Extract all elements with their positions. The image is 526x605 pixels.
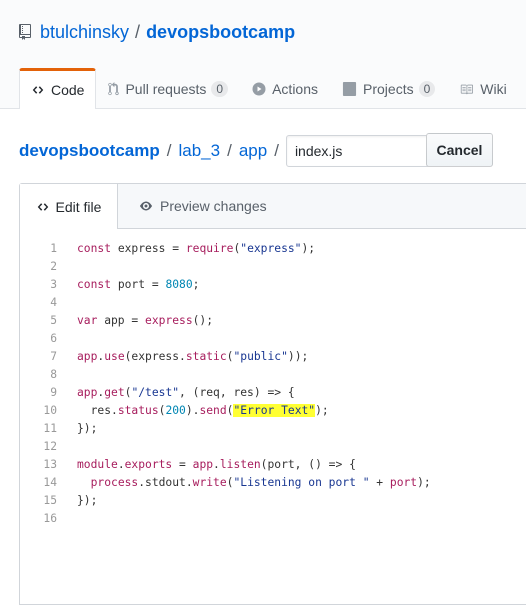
projects-count: 0: [418, 81, 436, 97]
tab-code[interactable]: Code: [19, 68, 97, 109]
tab-edit-file[interactable]: Edit file: [20, 184, 118, 229]
code-line-text: var app = express();: [77, 314, 214, 327]
code-line-text: });: [77, 422, 98, 435]
line-number: 12: [43, 440, 57, 453]
tab-actions-label: Actions: [272, 81, 319, 97]
code-line[interactable]: 8: [20, 366, 526, 384]
play-icon: [252, 82, 266, 96]
tab-preview-changes[interactable]: Preview changes: [138, 184, 267, 228]
code-line[interactable]: 13 module.exports = app.listen(port, () =…: [20, 456, 526, 474]
code-line[interactable]: 15});: [20, 492, 526, 510]
line-number: 3: [50, 278, 57, 291]
code-line[interactable]: 3 const port = 8080;: [20, 276, 526, 294]
code-line-text: res.status(200).send("Error Text");: [77, 404, 329, 417]
code-line[interactable]: 9 app.get("/test", (req, res) => {: [20, 384, 526, 402]
book-icon: [459, 83, 474, 96]
code-line-text: const port = 8080;: [77, 278, 200, 291]
editor-tabs: Edit file Preview changes: [20, 184, 526, 229]
line-number: 6: [50, 332, 57, 345]
line-number: 15: [43, 494, 57, 507]
file-editor: Edit file Preview changes 1 const express…: [19, 183, 526, 605]
tab-preview-changes-label: Preview changes: [160, 198, 267, 214]
repo-separator: /: [135, 21, 141, 42]
code-editor[interactable]: 1 const express = require("express"); 2 3 co…: [20, 240, 526, 528]
code-line-text: app.get("/test", (req, res) => {: [77, 386, 295, 399]
code-icon: [36, 201, 50, 213]
breadcrumb-lab3[interactable]: lab_3: [178, 141, 220, 161]
tab-pull-requests[interactable]: Pull requests 0: [96, 68, 240, 109]
code-line[interactable]: 12: [20, 438, 526, 456]
pull-requests-count: 0: [211, 81, 229, 97]
code-line-text: app.use(express.static("public"));: [77, 350, 309, 363]
line-number: 8: [50, 368, 57, 381]
repo-name-link[interactable]: devopsbootcamp: [146, 22, 295, 43]
breadcrumb-separator: /: [274, 141, 279, 160]
file-breadcrumb: devopsbootcamp / lab_3 / app /: [19, 134, 452, 168]
code-line[interactable]: 16: [20, 510, 526, 528]
tab-projects[interactable]: Projects 0: [330, 68, 447, 109]
code-line[interactable]: 10 res.status(200).send("Error Text");: [20, 402, 526, 420]
line-number: 4: [50, 296, 57, 309]
code-line-text: });: [77, 494, 98, 507]
repo-owner-link[interactable]: btulchinsky: [40, 22, 129, 43]
breadcrumb-separator: /: [166, 141, 172, 160]
line-number: 1: [50, 242, 57, 255]
line-number: 13: [43, 458, 57, 471]
code-line[interactable]: 11});: [20, 420, 526, 438]
repo-nav-tabs: Code Pull requests 0 Actions Projects 0: [19, 68, 519, 109]
code-line-text: const express = require("express");: [77, 242, 316, 255]
project-icon: [342, 82, 357, 96]
repo-header: btulchinsky / devopsbootcamp Code Pull r…: [0, 0, 526, 109]
line-number: 5: [50, 314, 57, 327]
tab-actions[interactable]: Actions: [240, 68, 330, 109]
repo-title: btulchinsky / devopsbootcamp: [19, 20, 295, 44]
code-line[interactable]: 14 process.stdout.write("Listening on po…: [20, 474, 526, 492]
tab-pull-requests-label: Pull requests: [125, 81, 207, 97]
cancel-button[interactable]: Cancel: [426, 133, 493, 167]
eye-icon: [138, 200, 154, 212]
code-line[interactable]: 5 var app = express();: [20, 312, 526, 330]
breadcrumb-separator: /: [227, 141, 232, 160]
line-number: 2: [50, 260, 57, 273]
repo-icon: [19, 24, 33, 40]
code-line[interactable]: 4: [20, 294, 526, 312]
line-number: 7: [50, 350, 57, 363]
code-line[interactable]: 2: [20, 258, 526, 276]
code-line[interactable]: 6: [20, 330, 526, 348]
line-number: 10: [43, 404, 57, 417]
code-line-text: process.stdout.write("Listening on port …: [90, 476, 431, 489]
code-line-text: module.exports = app.listen(port, () => …: [77, 458, 356, 471]
pull-request-icon: [108, 82, 120, 96]
tab-wiki[interactable]: Wiki: [447, 68, 518, 109]
line-number: 14: [43, 476, 57, 489]
tab-projects-label: Projects: [363, 81, 414, 97]
code-line[interactable]: 7 app.use(express.static("public"));: [20, 348, 526, 366]
code-line[interactable]: 1 const express = require("express");: [20, 240, 526, 258]
line-number: 9: [50, 386, 57, 399]
line-number: 16: [43, 512, 57, 525]
tab-edit-file-label: Edit file: [55, 198, 102, 215]
line-number: 11: [43, 422, 57, 435]
breadcrumb-app[interactable]: app: [239, 141, 267, 161]
tab-wiki-label: Wiki: [480, 81, 507, 97]
code-icon: [31, 84, 45, 96]
breadcrumb-root[interactable]: devopsbootcamp: [19, 141, 160, 161]
tab-code-label: Code: [51, 82, 85, 98]
